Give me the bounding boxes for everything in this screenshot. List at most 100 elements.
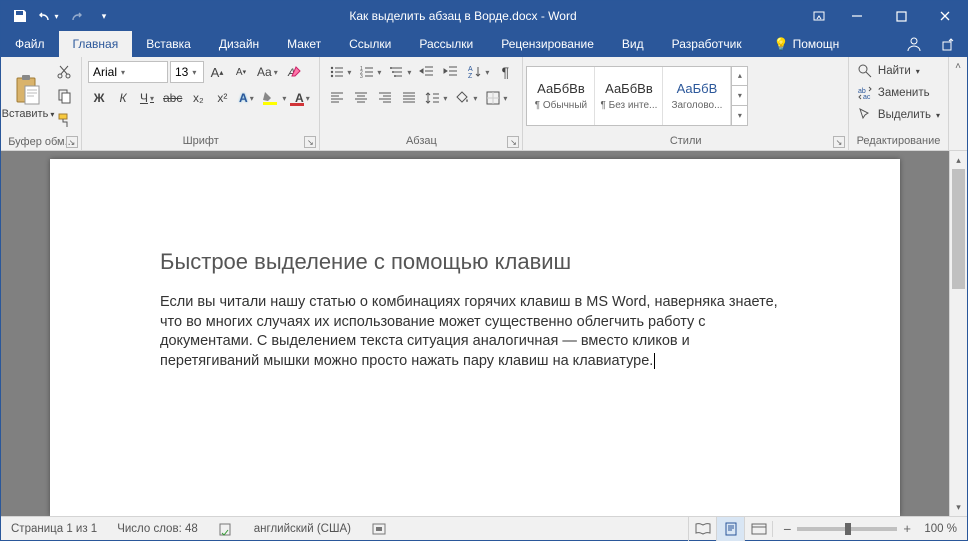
tell-me[interactable]: 💡Помощн [760, 31, 854, 57]
group-label: Редактирование [857, 135, 941, 147]
font-name-combo[interactable]: Arial▾ [88, 61, 168, 83]
underline-button[interactable]: Ч [136, 87, 158, 109]
undo-icon[interactable]: ▾ [35, 3, 61, 29]
tab-developer[interactable]: Разработчик [658, 31, 756, 57]
tab-view[interactable]: Вид [608, 31, 658, 57]
group-label: Буфер обм... [8, 136, 74, 148]
collapse-ribbon-icon[interactable]: ˄ [949, 57, 967, 150]
maximize-icon[interactable] [879, 1, 923, 31]
bullets-icon[interactable] [326, 61, 354, 83]
gallery-up-icon[interactable]: ▴ [732, 67, 747, 86]
zoom-out-icon[interactable]: − [783, 521, 791, 537]
doc-body: Если вы читали нашу статью о комбинациях… [160, 293, 790, 371]
change-case-icon[interactable]: Aa [254, 61, 281, 83]
group-label: Абзац [406, 135, 437, 147]
account-icon[interactable] [899, 35, 929, 53]
page[interactable]: Быстрое выделение с помощью клавиш Если … [50, 159, 900, 516]
shading-icon[interactable] [452, 87, 480, 109]
svg-text:A: A [287, 67, 295, 79]
group-clipboard: Вставить▾ Буфер обм...↘ [1, 57, 82, 150]
style-sample: АаБбВв [537, 81, 585, 96]
align-right-icon[interactable] [374, 87, 396, 109]
quick-access-toolbar: ▾ ▾ [1, 3, 123, 29]
align-center-icon[interactable] [350, 87, 372, 109]
macro-icon[interactable] [361, 517, 397, 540]
dialog-launcher-icon[interactable]: ↘ [304, 136, 316, 148]
gallery-more-icon[interactable]: ▾ [732, 105, 747, 125]
copy-icon[interactable] [53, 85, 75, 107]
superscript-button[interactable]: x² [211, 87, 233, 109]
tab-layout[interactable]: Макет [273, 31, 335, 57]
gallery-down-icon[interactable]: ▾ [732, 85, 747, 105]
save-icon[interactable] [7, 3, 33, 29]
strike-button[interactable]: abc [160, 87, 185, 109]
zoom-knob[interactable] [845, 523, 851, 535]
page-count[interactable]: Страница 1 из 1 [1, 517, 107, 540]
borders-icon[interactable] [482, 87, 510, 109]
word-count[interactable]: Число слов: 48 [107, 517, 208, 540]
ribbon-tabs: Файл Главная Вставка Дизайн Макет Ссылки… [1, 31, 967, 57]
grow-font-icon[interactable]: A▴ [206, 61, 228, 83]
line-spacing-icon[interactable] [422, 87, 450, 109]
tab-file[interactable]: Файл [1, 31, 59, 57]
print-layout-icon[interactable] [716, 517, 744, 541]
format-painter-icon[interactable] [53, 109, 75, 131]
qat-customize-icon[interactable]: ▾ [91, 3, 117, 29]
styles-gallery: АаБбВв¶ Обычный АаБбВв¶ Без инте... АаБб… [526, 66, 748, 126]
highlight-icon[interactable] [259, 87, 289, 109]
paste-button[interactable]: Вставить▾ [7, 72, 49, 120]
zoom-in-icon[interactable]: + [903, 521, 911, 536]
tab-mailings[interactable]: Рассылки [405, 31, 487, 57]
show-marks-icon[interactable]: ¶ [494, 61, 516, 83]
read-mode-icon[interactable] [688, 517, 716, 541]
multilevel-icon[interactable] [386, 61, 414, 83]
style-normal[interactable]: АаБбВв¶ Обычный [527, 67, 595, 125]
tab-insert[interactable]: Вставка [132, 31, 205, 57]
indent-decrease-icon[interactable] [416, 61, 438, 83]
scroll-up-icon[interactable]: ▴ [950, 151, 967, 169]
sort-icon[interactable]: AZ [464, 61, 492, 83]
cut-icon[interactable] [53, 61, 75, 83]
redo-icon[interactable] [63, 3, 89, 29]
font-color-icon[interactable]: A [291, 87, 313, 109]
align-left-icon[interactable] [326, 87, 348, 109]
clear-format-icon[interactable]: A [283, 61, 305, 83]
zoom-level[interactable]: 100 % [917, 523, 957, 535]
tab-home[interactable]: Главная [59, 31, 133, 57]
language[interactable]: английский (США) [244, 517, 361, 540]
svg-text:3: 3 [360, 74, 363, 80]
find-button[interactable]: Найти▾ [857, 61, 920, 81]
numbering-icon[interactable]: 123 [356, 61, 384, 83]
font-name-value: Arial [93, 65, 117, 79]
tab-references[interactable]: Ссылки [335, 31, 405, 57]
shrink-font-icon[interactable]: A▾ [230, 61, 252, 83]
minimize-icon[interactable] [835, 1, 879, 31]
font-size-combo[interactable]: 13▾ [170, 61, 204, 83]
clipboard-icon [12, 72, 44, 108]
scroll-down-icon[interactable]: ▾ [950, 498, 967, 516]
dialog-launcher-icon[interactable]: ↘ [507, 136, 519, 148]
ribbon-options-icon[interactable] [803, 1, 835, 31]
text-effects-icon[interactable]: A [235, 87, 257, 109]
share-icon[interactable] [935, 36, 963, 52]
scroll-track[interactable] [950, 169, 967, 498]
subscript-button[interactable]: x₂ [187, 87, 209, 109]
tab-design[interactable]: Дизайн [205, 31, 273, 57]
italic-button[interactable]: К [112, 87, 134, 109]
style-heading1[interactable]: АаБбВЗаголово... [663, 67, 731, 125]
bold-button[interactable]: Ж [88, 87, 110, 109]
indent-increase-icon[interactable] [440, 61, 462, 83]
style-nospacing[interactable]: АаБбВв¶ Без инте... [595, 67, 663, 125]
zoom-slider[interactable] [797, 527, 897, 531]
lightbulb-icon: 💡 [774, 37, 789, 51]
dialog-launcher-icon[interactable]: ↘ [66, 136, 78, 148]
scroll-thumb[interactable] [952, 169, 965, 289]
justify-icon[interactable] [398, 87, 420, 109]
replace-button[interactable]: abacЗаменить [857, 83, 930, 103]
proofing-icon[interactable] [208, 517, 244, 540]
tab-review[interactable]: Рецензирование [487, 31, 608, 57]
dialog-launcher-icon[interactable]: ↘ [833, 136, 845, 148]
web-layout-icon[interactable] [744, 517, 772, 541]
close-icon[interactable] [923, 1, 967, 31]
select-button[interactable]: Выделить▾ [857, 105, 940, 125]
